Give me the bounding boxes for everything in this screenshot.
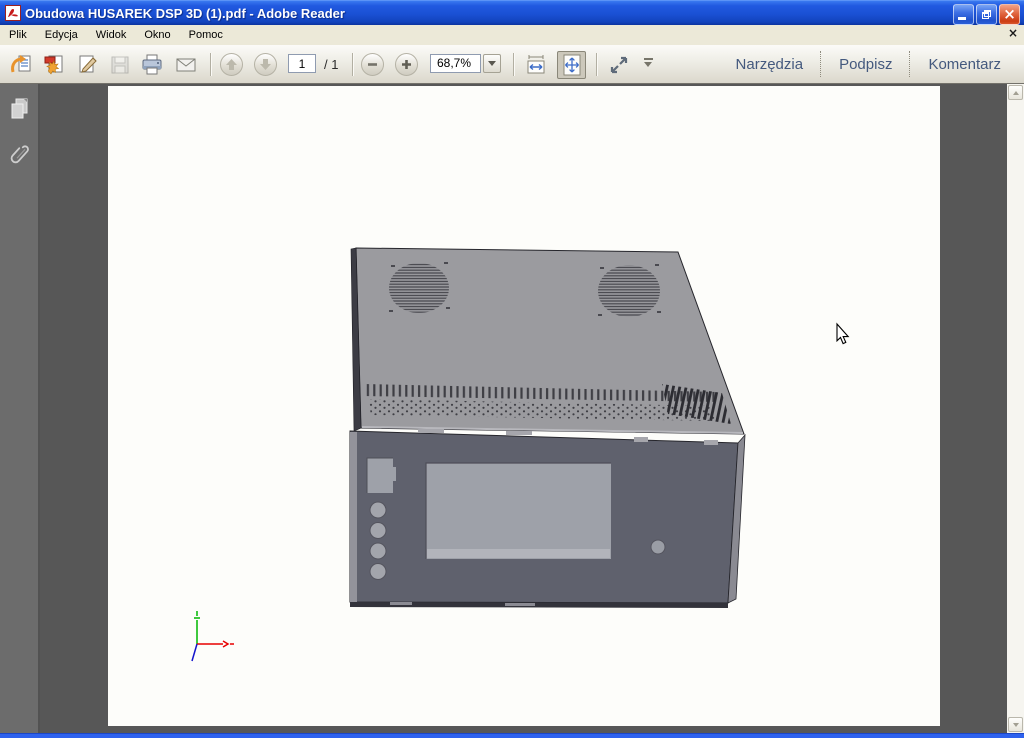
zoom-out-button[interactable]: [361, 53, 384, 76]
toolbar-separator: [210, 53, 211, 76]
toolbar-overflow-button[interactable]: [642, 58, 654, 67]
attachments-icon: [6, 141, 32, 171]
menu-item-okno[interactable]: Okno: [135, 25, 179, 45]
save-icon: [108, 53, 132, 77]
menu-item-edycja[interactable]: Edycja: [36, 25, 87, 45]
zoom-out-icon: [366, 58, 379, 71]
page-thumbnails-icon: [6, 96, 32, 124]
pdf-page: [108, 86, 940, 726]
scrollbar-track[interactable]: [1007, 101, 1024, 716]
page-number-input[interactable]: [288, 54, 316, 73]
menu-item-widok[interactable]: Widok: [87, 25, 136, 45]
attachments-button[interactable]: [0, 138, 38, 174]
window-bottom-border: [0, 733, 1024, 738]
toolbar: / 1 68,7%: [0, 45, 1024, 84]
zoom-dropdown-button[interactable]: [483, 54, 501, 73]
next-page-icon: [259, 58, 272, 71]
scroll-up-button[interactable]: [1008, 85, 1023, 100]
titlebar: Obudowa HUSAREK DSP 3D (1).pdf - Adobe R…: [0, 0, 1024, 25]
chevron-down-icon: [488, 61, 496, 66]
toolbar-separator: [513, 53, 514, 76]
open-icon: [9, 53, 33, 77]
menu-item-pomoc[interactable]: Pomoc: [180, 25, 232, 45]
previous-page-button[interactable]: [220, 53, 243, 76]
zoom-in-icon: [400, 58, 413, 71]
fit-width-icon: [524, 53, 548, 77]
zoom-in-button[interactable]: [395, 53, 418, 76]
document-area: [40, 84, 1007, 733]
email-button[interactable]: [173, 52, 199, 78]
tools-button[interactable]: Narzędzia: [719, 52, 821, 76]
scroll-down-button[interactable]: [1008, 717, 1023, 732]
close-button[interactable]: ×: [999, 4, 1020, 25]
vertical-scrollbar[interactable]: [1007, 84, 1024, 733]
next-page-button[interactable]: [254, 53, 277, 76]
fullscreen-button[interactable]: [606, 52, 632, 78]
email-icon: [174, 53, 198, 77]
chevron-down-icon: [1013, 723, 1019, 727]
toolbar-separator: [596, 53, 597, 76]
restore-button[interactable]: [976, 4, 997, 25]
menubar: Plik Edycja Widok Okno Pomoc ×: [0, 25, 1024, 45]
sign-document-icon: [76, 53, 100, 77]
chevron-up-icon: [1013, 91, 1019, 95]
comment-button[interactable]: Komentarz: [911, 52, 1018, 76]
adobe-reader-window: Obudowa HUSAREK DSP 3D (1).pdf - Adobe R…: [0, 0, 1024, 738]
adobe-pdf-icon: [5, 5, 21, 21]
fit-page-button[interactable]: [557, 51, 586, 79]
create-pdf-icon: [42, 53, 66, 77]
sign-button[interactable]: Podpisz: [822, 52, 909, 76]
menubar-close-icon[interactable]: ×: [1008, 26, 1018, 40]
close-icon: ×: [1003, 5, 1016, 24]
print-button[interactable]: [139, 52, 165, 78]
page-thumbnails-button[interactable]: [0, 92, 38, 128]
workspace: [0, 84, 1024, 733]
print-icon: [140, 53, 164, 77]
zoom-level-input[interactable]: 68,7%: [430, 54, 481, 73]
window-title: Obudowa HUSAREK DSP 3D (1).pdf - Adobe R…: [25, 6, 345, 21]
fullscreen-icon: [607, 53, 631, 77]
minimize-button[interactable]: [953, 4, 974, 25]
previous-page-icon: [225, 58, 238, 71]
navigation-pane-strip: [0, 84, 40, 733]
create-pdf-button[interactable]: [41, 52, 67, 78]
open-button[interactable]: [8, 52, 34, 78]
fit-page-icon: [561, 53, 583, 77]
save-button[interactable]: [107, 52, 133, 78]
page-count-label: / 1: [324, 57, 338, 72]
fit-width-button[interactable]: [523, 52, 549, 78]
sign-document-button[interactable]: [75, 52, 101, 78]
toolbar-separator: [352, 53, 353, 76]
menu-item-plik[interactable]: Plik: [0, 25, 36, 45]
chevron-down-icon: [644, 62, 652, 67]
